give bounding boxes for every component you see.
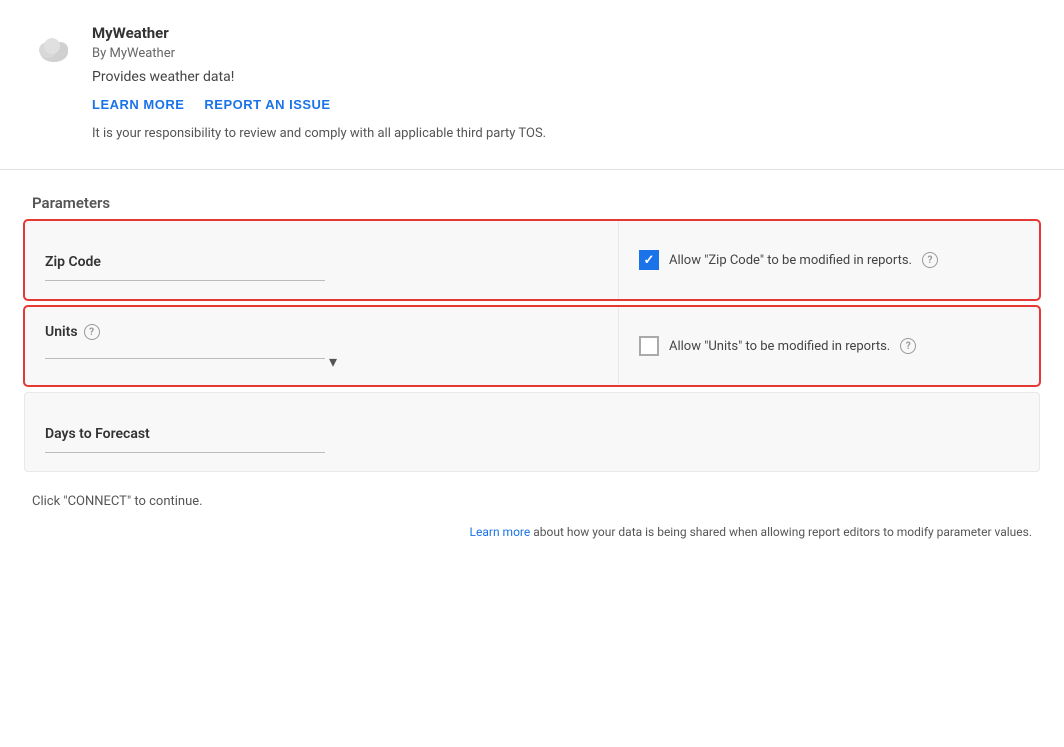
footer-note-text: about how your data is being shared when…: [530, 525, 1032, 539]
report-issue-button[interactable]: REPORT AN ISSUE: [204, 97, 330, 112]
units-allow-text: Allow "Units" to be modified in reports.: [669, 339, 890, 354]
app-description: Provides weather data!: [92, 69, 546, 85]
footer-learn-more-link[interactable]: Learn more: [470, 525, 531, 539]
parameters-area: Zip Code ✓ Allow "Zip Code" to be modifi…: [0, 220, 1064, 472]
units-label: Units: [45, 324, 78, 340]
header-info: MyWeather By MyWeather Provides weather …: [92, 24, 546, 141]
days-forecast-param-row: Days to Forecast: [24, 392, 1040, 472]
units-left: Units ? ▾: [25, 307, 619, 385]
parameters-section-label: Parameters: [0, 182, 1064, 220]
footer-click-text: Click "CONNECT" to continue.: [0, 478, 1064, 517]
app-header: MyWeather By MyWeather Provides weather …: [0, 0, 1064, 157]
cloud-icon: [32, 26, 76, 70]
zip-code-label-row: Zip Code: [45, 254, 598, 270]
zip-code-checkbox[interactable]: ✓: [639, 250, 659, 270]
units-input-line: [45, 358, 325, 359]
days-forecast-input-line[interactable]: [45, 452, 325, 453]
header-divider: [0, 169, 1064, 170]
zip-code-allow-help-icon[interactable]: ?: [922, 252, 938, 268]
days-forecast-label: Days to Forecast: [45, 426, 150, 442]
units-dropdown-row[interactable]: ▾: [45, 350, 598, 371]
units-dropdown-arrow[interactable]: ▾: [329, 352, 337, 371]
links-row: LEARN MORE REPORT AN ISSUE: [92, 97, 546, 112]
zip-code-input-line[interactable]: [45, 280, 325, 281]
zip-code-param-row: Zip Code ✓ Allow "Zip Code" to be modifi…: [24, 220, 1040, 300]
units-right: Allow "Units" to be modified in reports.…: [619, 307, 1039, 385]
learn-more-button[interactable]: LEARN MORE: [92, 97, 184, 112]
days-forecast-label-row: Days to Forecast: [45, 426, 1019, 442]
zip-code-allow-text: Allow "Zip Code" to be modified in repor…: [669, 253, 912, 268]
zip-code-label: Zip Code: [45, 254, 101, 270]
units-checkbox[interactable]: [639, 336, 659, 356]
app-by: By MyWeather: [92, 46, 546, 61]
units-param-row: Units ? ▾ Allow "Units" to be modified i…: [24, 306, 1040, 386]
footer-note: Learn more about how your data is being …: [0, 517, 1064, 547]
app-name: MyWeather: [92, 24, 546, 42]
zip-code-left: Zip Code: [25, 221, 619, 299]
checkbox-check-icon: ✓: [644, 254, 655, 267]
units-allow-help-icon[interactable]: ?: [900, 338, 916, 354]
zip-code-right: ✓ Allow "Zip Code" to be modified in rep…: [619, 221, 1039, 299]
tos-text: It is your responsibility to review and …: [92, 126, 546, 141]
units-help-icon[interactable]: ?: [84, 324, 100, 340]
units-allow-row: Allow "Units" to be modified in reports.…: [639, 336, 916, 356]
units-label-row: Units ?: [45, 324, 598, 340]
zip-code-allow-row: ✓ Allow "Zip Code" to be modified in rep…: [639, 250, 938, 270]
